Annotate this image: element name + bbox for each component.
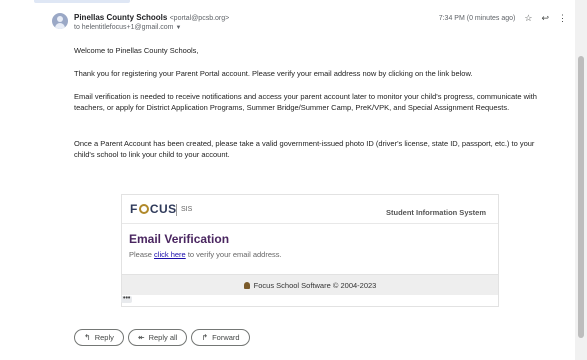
card-title: Email Verification — [129, 232, 230, 246]
tab-accent — [34, 0, 130, 3]
logo-ring-icon — [138, 204, 149, 214]
logo-letters-cus: CUS — [149, 202, 177, 216]
timestamp: 7:34 PM (0 minutes ago) — [438, 14, 516, 22]
recipient-line[interactable]: to helentitlefocus+1@gmail.com ▼ — [74, 23, 181, 33]
avatar-head — [57, 16, 63, 22]
show-trimmed-content-button[interactable]: ••• — [121, 295, 133, 303]
sender-email: <portal@pcsb.org> — [169, 15, 230, 22]
forward-icon: ↱ — [201, 333, 209, 342]
reply-all-icon: ↞ — [137, 333, 145, 342]
sender-name[interactable]: Pinellas County Schools — [74, 13, 167, 22]
footer-text: Focus School Software © 2004-2023 — [253, 281, 377, 290]
avatar-body — [55, 23, 65, 29]
greeting: Welcome to Pinellas County Schools, — [74, 46, 199, 55]
reply-button[interactable]: ↰ Reply — [74, 329, 124, 346]
logo-letter-f: F — [130, 202, 138, 216]
message-meta: 7:34 PM (0 minutes ago) ☆ ↩ ⋮ — [439, 13, 567, 23]
reply-all-button[interactable]: ↞ Reply all — [127, 329, 188, 346]
body-paragraph-1: Thank you for registering your Parent Po… — [74, 69, 473, 78]
logo-sis: SIS — [181, 206, 193, 213]
reply-label: Reply — [94, 333, 114, 342]
body-paragraph-2: Email verification is needed to receive … — [74, 92, 537, 112]
card-text-pre: Please — [129, 250, 152, 259]
card-text-post: to verify your email address. — [187, 250, 282, 259]
verification-card: F CUS SIS Student Information System Emai… — [121, 194, 499, 307]
forward-label: Forward — [212, 333, 240, 342]
card-header: F CUS SIS Student Information System — [122, 195, 498, 224]
more-vertical-icon[interactable]: ⋮ — [558, 13, 567, 23]
forward-button[interactable]: ↱ Forward — [191, 329, 250, 346]
card-footer: Focus School Software © 2004-2023 — [122, 274, 498, 295]
body-paragraph-3: Once a Parent Account has been created, … — [74, 139, 535, 159]
focus-footer-icon — [243, 282, 250, 289]
message-actions: ↰ Reply ↞ Reply all ↱ Forward — [74, 329, 250, 346]
sender-avatar[interactable] — [52, 13, 68, 29]
card-instruction: Please click here to verify your email a… — [129, 250, 282, 259]
scrollbar-thumb[interactable] — [578, 56, 584, 338]
recipient-text: to helentitlefocus+1@gmail.com — [74, 24, 174, 31]
reply-icon: ↰ — [84, 333, 91, 342]
system-name: Student Information System — [385, 208, 486, 217]
verify-link[interactable]: click here — [154, 250, 186, 259]
reply-all-label: Reply all — [148, 333, 178, 342]
chevron-down-icon[interactable]: ▼ — [176, 25, 182, 31]
logo-divider — [176, 204, 177, 216]
star-icon[interactable]: ☆ — [524, 13, 532, 23]
scrollbar[interactable] — [575, 0, 587, 360]
focus-logo: F CUS — [130, 202, 177, 216]
reply-icon[interactable]: ↩ — [541, 13, 549, 23]
